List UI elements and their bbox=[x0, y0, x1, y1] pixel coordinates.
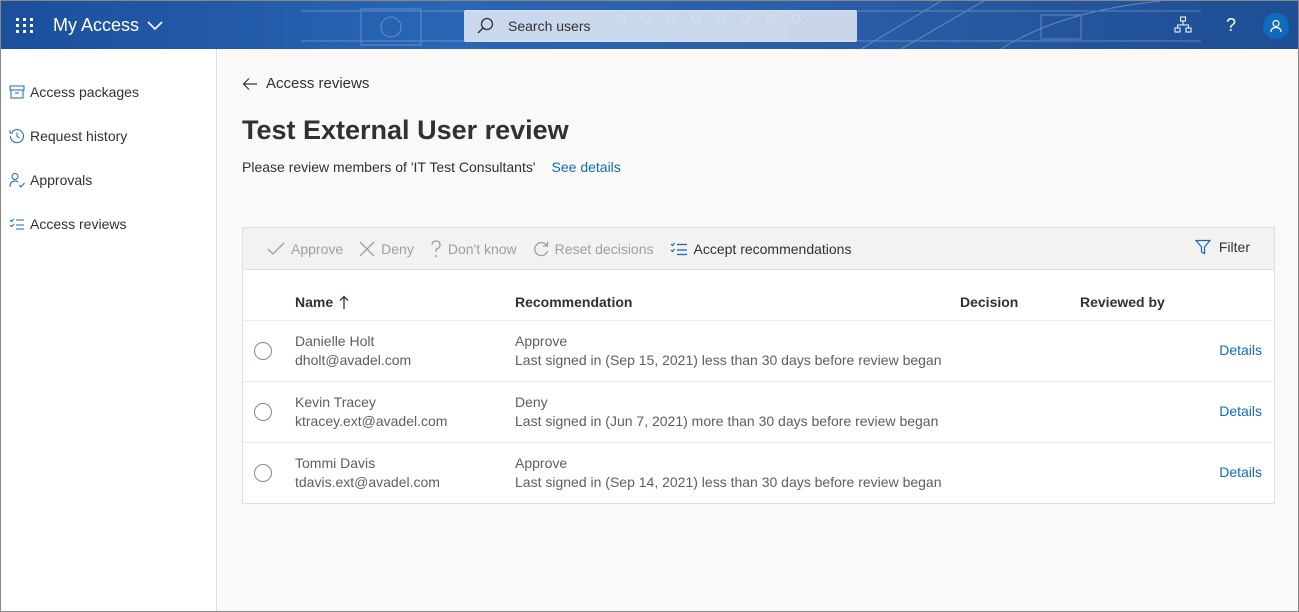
recommendation-value: Approve bbox=[515, 333, 568, 349]
user-name: Tommi Davis bbox=[295, 455, 376, 471]
recommendation-cell: Approve Last signed in (Sep 15, 2021) le… bbox=[515, 332, 942, 370]
review-table: Name Recommendation Decision Reviewed by… bbox=[242, 269, 1275, 504]
page-subtitle: Please review members of 'IT Test Consul… bbox=[242, 159, 621, 175]
org-chart-icon[interactable] bbox=[1171, 13, 1195, 37]
sidebar-item-access-packages[interactable]: Access packages bbox=[9, 81, 139, 103]
recommendation-value: Deny bbox=[515, 394, 548, 410]
main-content: Access reviews Test External User review… bbox=[218, 49, 1298, 611]
column-header-name[interactable]: Name bbox=[295, 294, 349, 310]
top-header: My Access ? bbox=[1, 1, 1298, 49]
help-label: ? bbox=[1225, 14, 1236, 35]
sidebar-item-label: Request history bbox=[30, 128, 128, 144]
sidebar-item-request-history[interactable]: Request history bbox=[9, 125, 127, 147]
sidebar-item-label: Approvals bbox=[30, 172, 93, 188]
dont-know-button[interactable]: Don't know bbox=[430, 239, 517, 258]
help-icon[interactable]: ? bbox=[1219, 13, 1243, 37]
command-bar: Approve Deny Don't know Reset decisions bbox=[242, 227, 1275, 269]
search-icon bbox=[477, 17, 494, 34]
user-cell: Kevin Tracey ktracey.ext@avadel.com bbox=[295, 393, 447, 431]
accept-recommendations-button[interactable]: Accept recommendations bbox=[670, 240, 852, 257]
filter-icon bbox=[1194, 239, 1211, 255]
user-email: tdavis.ext@avadel.com bbox=[295, 474, 440, 490]
sidebar-item-access-reviews[interactable]: Access reviews bbox=[9, 213, 126, 235]
deny-button[interactable]: Deny bbox=[359, 241, 414, 257]
user-email: dholt@avadel.com bbox=[295, 352, 412, 368]
recommendation-cell: Deny Last signed in (Jun 7, 2021) more t… bbox=[515, 393, 938, 431]
subtitle-text: Please review members of 'IT Test Consul… bbox=[242, 159, 536, 175]
checkmark-icon bbox=[267, 242, 285, 255]
back-link[interactable]: Access reviews bbox=[242, 75, 369, 92]
close-icon bbox=[359, 241, 375, 256]
reset-decisions-button[interactable]: Reset decisions bbox=[533, 241, 654, 257]
filter-button[interactable]: Filter bbox=[1194, 239, 1250, 255]
checklist-icon bbox=[670, 242, 687, 255]
approve-button[interactable]: Approve bbox=[267, 241, 343, 257]
column-header-label: Decision bbox=[960, 294, 1019, 310]
search-input[interactable] bbox=[508, 18, 808, 34]
arrow-left-icon bbox=[242, 77, 257, 90]
column-header-recommendation[interactable]: Recommendation bbox=[515, 294, 632, 310]
row-select-radio[interactable] bbox=[254, 403, 272, 421]
column-header-label: Name bbox=[295, 294, 334, 310]
column-header-decision[interactable]: Decision bbox=[960, 294, 1018, 310]
details-link[interactable]: Details bbox=[1219, 403, 1262, 419]
recommendation-reason: Last signed in (Sep 14, 2021) less than … bbox=[515, 474, 942, 490]
search-box[interactable] bbox=[464, 10, 857, 42]
arrow-up-icon bbox=[339, 295, 349, 309]
user-cell: Danielle Holt dholt@avadel.com bbox=[295, 332, 411, 370]
dont-know-label: Don't know bbox=[447, 240, 517, 257]
back-label: Access reviews bbox=[266, 75, 370, 92]
user-email: ktracey.ext@avadel.com bbox=[295, 413, 448, 429]
accept-label: Accept recommendations bbox=[693, 240, 852, 257]
recommendation-value: Approve bbox=[515, 455, 568, 471]
see-details-link[interactable]: See details bbox=[552, 159, 621, 175]
person-check-icon bbox=[9, 173, 25, 188]
app-title: My Access bbox=[53, 15, 140, 35]
sidebar-item-label: Access reviews bbox=[30, 216, 127, 232]
approve-label: Approve bbox=[291, 240, 344, 257]
page-title: Test External User review bbox=[242, 115, 569, 145]
history-icon bbox=[9, 129, 24, 144]
details-link[interactable]: Details bbox=[1219, 342, 1262, 358]
table-row[interactable]: Tommi Davis tdavis.ext@avadel.com Approv… bbox=[243, 442, 1274, 503]
sidebar: Access packages Request history Approval… bbox=[1, 49, 217, 611]
recommendation-reason: Last signed in (Sep 15, 2021) less than … bbox=[515, 352, 942, 368]
app-title-menu[interactable]: My Access bbox=[53, 15, 163, 36]
recommendation-reason: Last signed in (Jun 7, 2021) more than 3… bbox=[515, 413, 939, 429]
table-row[interactable]: Kevin Tracey ktracey.ext@avadel.com Deny… bbox=[243, 381, 1274, 442]
row-select-radio[interactable] bbox=[254, 464, 272, 482]
user-name: Kevin Tracey bbox=[295, 394, 376, 410]
column-header-label: Reviewed by bbox=[1080, 294, 1165, 310]
question-icon bbox=[431, 239, 441, 257]
user-name: Danielle Holt bbox=[295, 333, 375, 349]
table-row[interactable]: Danielle Holt dholt@avadel.com Approve L… bbox=[243, 320, 1274, 381]
details-link[interactable]: Details bbox=[1219, 464, 1262, 480]
sidebar-item-label: Access packages bbox=[30, 84, 139, 100]
column-header-reviewed-by[interactable]: Reviewed by bbox=[1080, 294, 1165, 310]
sidebar-item-approvals[interactable]: Approvals bbox=[9, 169, 92, 191]
recommendation-cell: Approve Last signed in (Sep 14, 2021) le… bbox=[515, 454, 942, 492]
avatar[interactable] bbox=[1263, 13, 1289, 39]
chevron-down-icon bbox=[147, 21, 163, 31]
column-header-label: Recommendation bbox=[515, 294, 633, 310]
filter-label: Filter bbox=[1218, 239, 1250, 255]
deny-label: Deny bbox=[381, 240, 414, 257]
reset-label: Reset decisions bbox=[554, 240, 654, 257]
package-icon bbox=[9, 85, 25, 99]
refresh-icon bbox=[533, 241, 548, 256]
row-select-radio[interactable] bbox=[254, 342, 272, 360]
checklist-icon bbox=[9, 218, 24, 230]
app-launcher-icon[interactable] bbox=[11, 11, 39, 39]
user-cell: Tommi Davis tdavis.ext@avadel.com bbox=[295, 454, 440, 492]
person-icon bbox=[1270, 19, 1282, 33]
